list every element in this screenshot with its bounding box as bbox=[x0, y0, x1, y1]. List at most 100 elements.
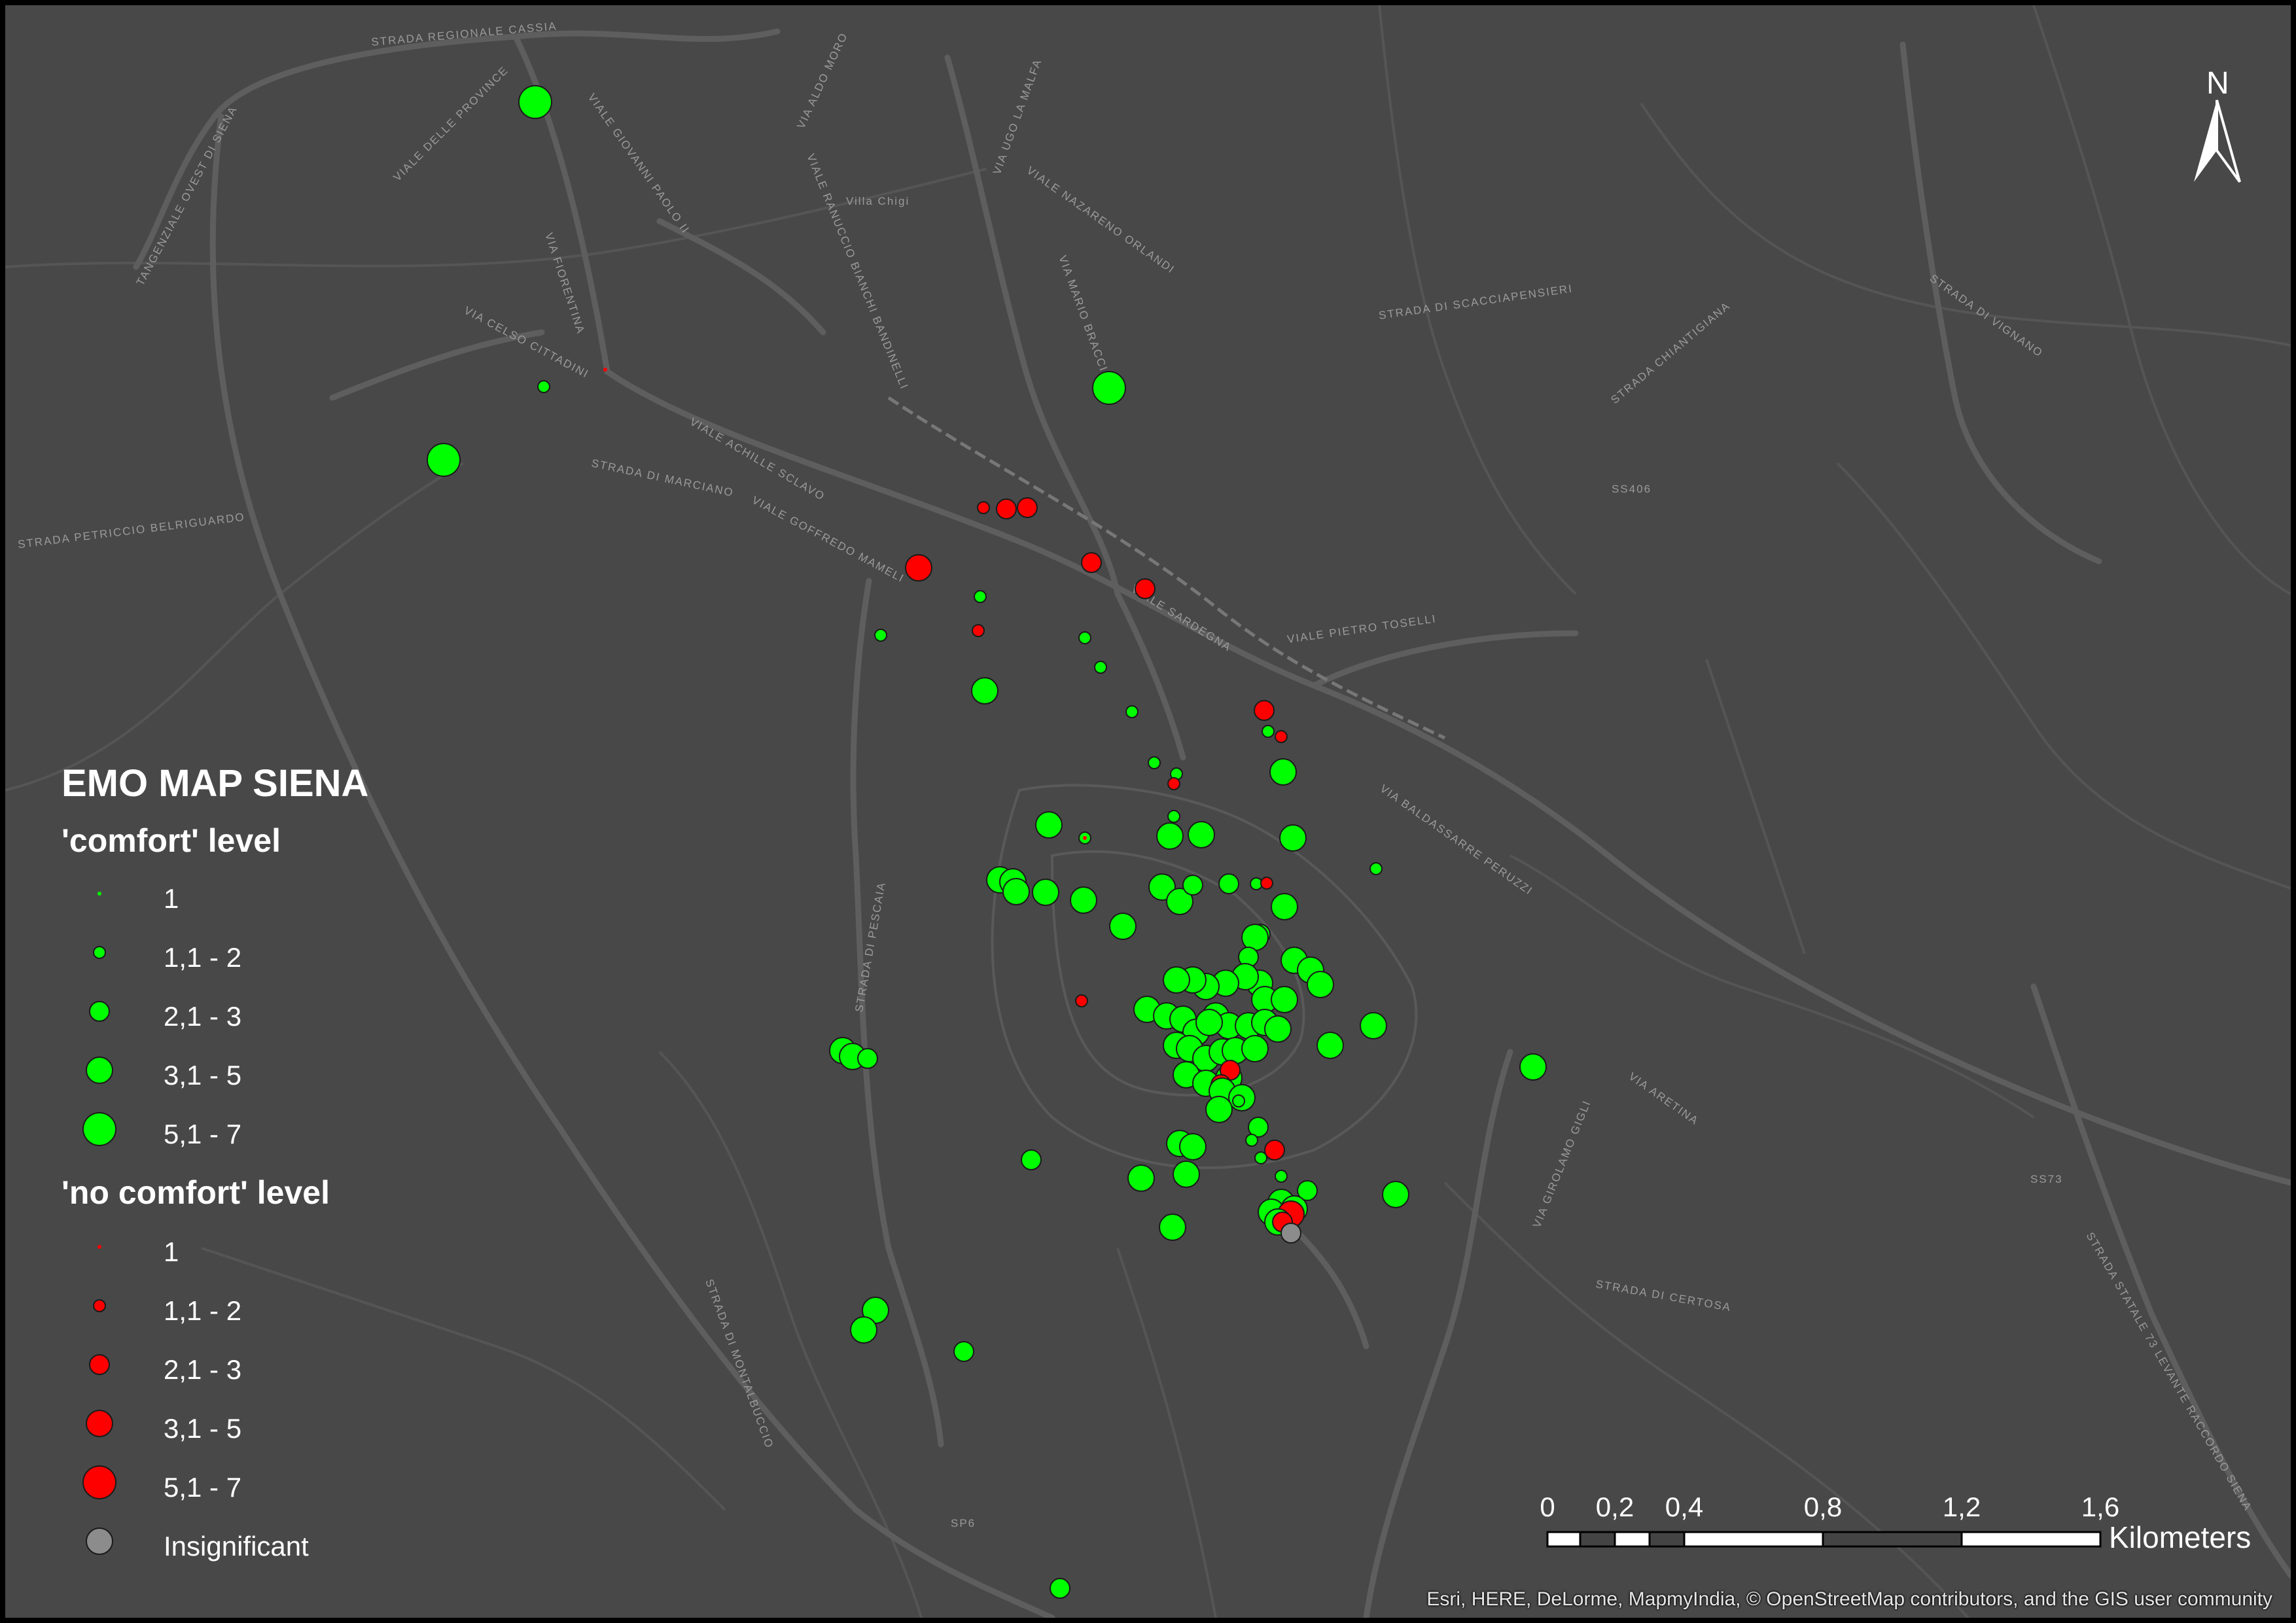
comfort-point[interactable] bbox=[1271, 986, 1298, 1013]
comfort-point[interactable] bbox=[1205, 1096, 1233, 1123]
scale-bar-segment bbox=[1614, 1531, 1651, 1548]
no-comfort-point[interactable] bbox=[996, 498, 1017, 519]
comfort-point[interactable] bbox=[1188, 821, 1215, 848]
no-comfort-point[interactable] bbox=[1254, 700, 1275, 721]
scale-bar bbox=[1546, 1531, 2102, 1548]
legend-no-comfort-class: 2,1 - 3 bbox=[164, 1354, 242, 1385]
legend-no-comfort-symbol bbox=[82, 1465, 116, 1499]
comfort-point[interactable] bbox=[1159, 1213, 1186, 1241]
scale-tick-label: 1,2 bbox=[1942, 1492, 1981, 1522]
no-comfort-point[interactable] bbox=[972, 624, 985, 637]
comfort-point[interactable] bbox=[1109, 913, 1137, 940]
legend-comfort-class: 1 bbox=[164, 883, 179, 914]
legend-no-comfort-class: 5,1 - 7 bbox=[164, 1472, 242, 1503]
comfort-point[interactable] bbox=[1078, 631, 1091, 644]
comfort-point[interactable] bbox=[1218, 873, 1239, 894]
comfort-point[interactable] bbox=[537, 380, 550, 393]
legend-comfort-class: 3,1 - 5 bbox=[164, 1060, 242, 1091]
scale-bar-segment bbox=[1960, 1531, 2102, 1548]
comfort-point[interactable] bbox=[1271, 893, 1298, 920]
legend-comfort-symbol bbox=[97, 892, 101, 896]
comfort-point[interactable] bbox=[1262, 725, 1275, 738]
comfort-point[interactable] bbox=[1173, 1161, 1200, 1188]
scale-bar-segment bbox=[1579, 1531, 1616, 1548]
no-comfort-point[interactable] bbox=[1081, 552, 1102, 573]
no-comfort-point[interactable] bbox=[1167, 777, 1180, 790]
comfort-point[interactable] bbox=[1245, 1134, 1258, 1147]
comfort-point[interactable] bbox=[1035, 811, 1063, 839]
insignificant-point[interactable] bbox=[1280, 1223, 1301, 1244]
comfort-point[interactable] bbox=[850, 1316, 877, 1344]
legend-comfort-class: 2,1 - 3 bbox=[164, 1001, 242, 1032]
legend-no-comfort-symbol bbox=[86, 1410, 113, 1437]
comfort-point[interactable] bbox=[1167, 810, 1180, 823]
street-label: SP6 bbox=[951, 1517, 976, 1529]
map-frame[interactable]: STRADA REGIONALE CASSIA TANGENZIALE OVES… bbox=[0, 0, 2296, 1623]
comfort-point[interactable] bbox=[1279, 824, 1307, 852]
legend-no-comfort-class: 1,1 - 2 bbox=[164, 1295, 242, 1326]
comfort-point[interactable] bbox=[1316, 1032, 1344, 1059]
comfort-point[interactable] bbox=[1232, 1094, 1245, 1108]
comfort-point[interactable] bbox=[427, 443, 461, 477]
comfort-point[interactable] bbox=[1264, 1015, 1292, 1043]
legend-no-comfort-symbol bbox=[89, 1354, 110, 1375]
comfort-point[interactable] bbox=[1163, 966, 1190, 994]
comfort-point[interactable] bbox=[1382, 1181, 1409, 1208]
legend-comfort-title: 'comfort' level bbox=[62, 822, 281, 859]
scale-tick-label: 0,4 bbox=[1665, 1492, 1704, 1522]
legend-comfort-symbol bbox=[82, 1112, 116, 1146]
no-comfort-point[interactable] bbox=[1083, 836, 1087, 840]
comfort-point[interactable] bbox=[1369, 862, 1383, 875]
comfort-point[interactable] bbox=[1032, 879, 1059, 906]
comfort-point[interactable] bbox=[1148, 756, 1161, 769]
comfort-point[interactable] bbox=[874, 629, 887, 642]
legend-no-comfort-symbol bbox=[93, 1299, 106, 1312]
no-comfort-point[interactable] bbox=[1275, 730, 1288, 743]
no-comfort-point[interactable] bbox=[1264, 1140, 1285, 1161]
no-comfort-point[interactable] bbox=[1017, 497, 1038, 518]
no-comfort-point[interactable] bbox=[1135, 578, 1156, 599]
comfort-point[interactable] bbox=[1182, 875, 1203, 896]
no-comfort-point[interactable] bbox=[603, 368, 607, 372]
comfort-point[interactable] bbox=[1241, 1035, 1269, 1062]
comfort-point[interactable] bbox=[1125, 705, 1139, 718]
comfort-point[interactable] bbox=[1254, 1151, 1267, 1164]
comfort-point[interactable] bbox=[1050, 1578, 1070, 1599]
scale-tick-label: 0 bbox=[1540, 1492, 1555, 1522]
basemap[interactable]: STRADA REGIONALE CASSIA TANGENZIALE OVES… bbox=[5, 5, 2291, 1618]
scale-bar-segment bbox=[1683, 1531, 1824, 1548]
no-comfort-point[interactable] bbox=[1075, 994, 1088, 1007]
comfort-point[interactable] bbox=[1241, 924, 1269, 951]
scale-unit: Kilometers bbox=[2109, 1520, 2252, 1554]
comfort-point[interactable] bbox=[1307, 971, 1334, 998]
comfort-point[interactable] bbox=[1002, 878, 1030, 905]
legend-insignificant-symbol bbox=[86, 1527, 113, 1555]
comfort-point[interactable] bbox=[518, 85, 552, 119]
comfort-point[interactable] bbox=[1360, 1012, 1387, 1039]
comfort-point[interactable] bbox=[1519, 1053, 1547, 1081]
comfort-point[interactable] bbox=[1195, 1009, 1223, 1036]
street-label: Villa Chigi bbox=[846, 195, 910, 207]
scale-bar-segment bbox=[1822, 1531, 1963, 1548]
legend-comfort-symbol bbox=[89, 1001, 110, 1022]
comfort-point[interactable] bbox=[857, 1048, 878, 1069]
comfort-point[interactable] bbox=[953, 1341, 974, 1362]
comfort-point[interactable] bbox=[1070, 886, 1097, 914]
comfort-point[interactable] bbox=[1127, 1164, 1155, 1192]
comfort-point[interactable] bbox=[974, 590, 987, 603]
no-comfort-point[interactable] bbox=[1260, 877, 1273, 890]
no-comfort-point[interactable] bbox=[905, 554, 932, 582]
comfort-point[interactable] bbox=[971, 677, 998, 705]
comfort-point[interactable] bbox=[1156, 822, 1184, 850]
map-title: EMO MAP SIENA bbox=[62, 762, 369, 805]
comfort-point[interactable] bbox=[1275, 1170, 1288, 1183]
street-label: SS406 bbox=[1612, 483, 1651, 495]
comfort-point[interactable] bbox=[1269, 758, 1297, 786]
legend-comfort-class: 1,1 - 2 bbox=[164, 942, 242, 973]
comfort-point[interactable] bbox=[1092, 371, 1126, 405]
comfort-point[interactable] bbox=[1094, 661, 1107, 674]
legend-no-comfort-title: 'no comfort' level bbox=[62, 1174, 330, 1211]
no-comfort-point[interactable] bbox=[977, 501, 990, 514]
comfort-point[interactable] bbox=[1021, 1149, 1042, 1170]
comfort-point[interactable] bbox=[1179, 1133, 1207, 1161]
